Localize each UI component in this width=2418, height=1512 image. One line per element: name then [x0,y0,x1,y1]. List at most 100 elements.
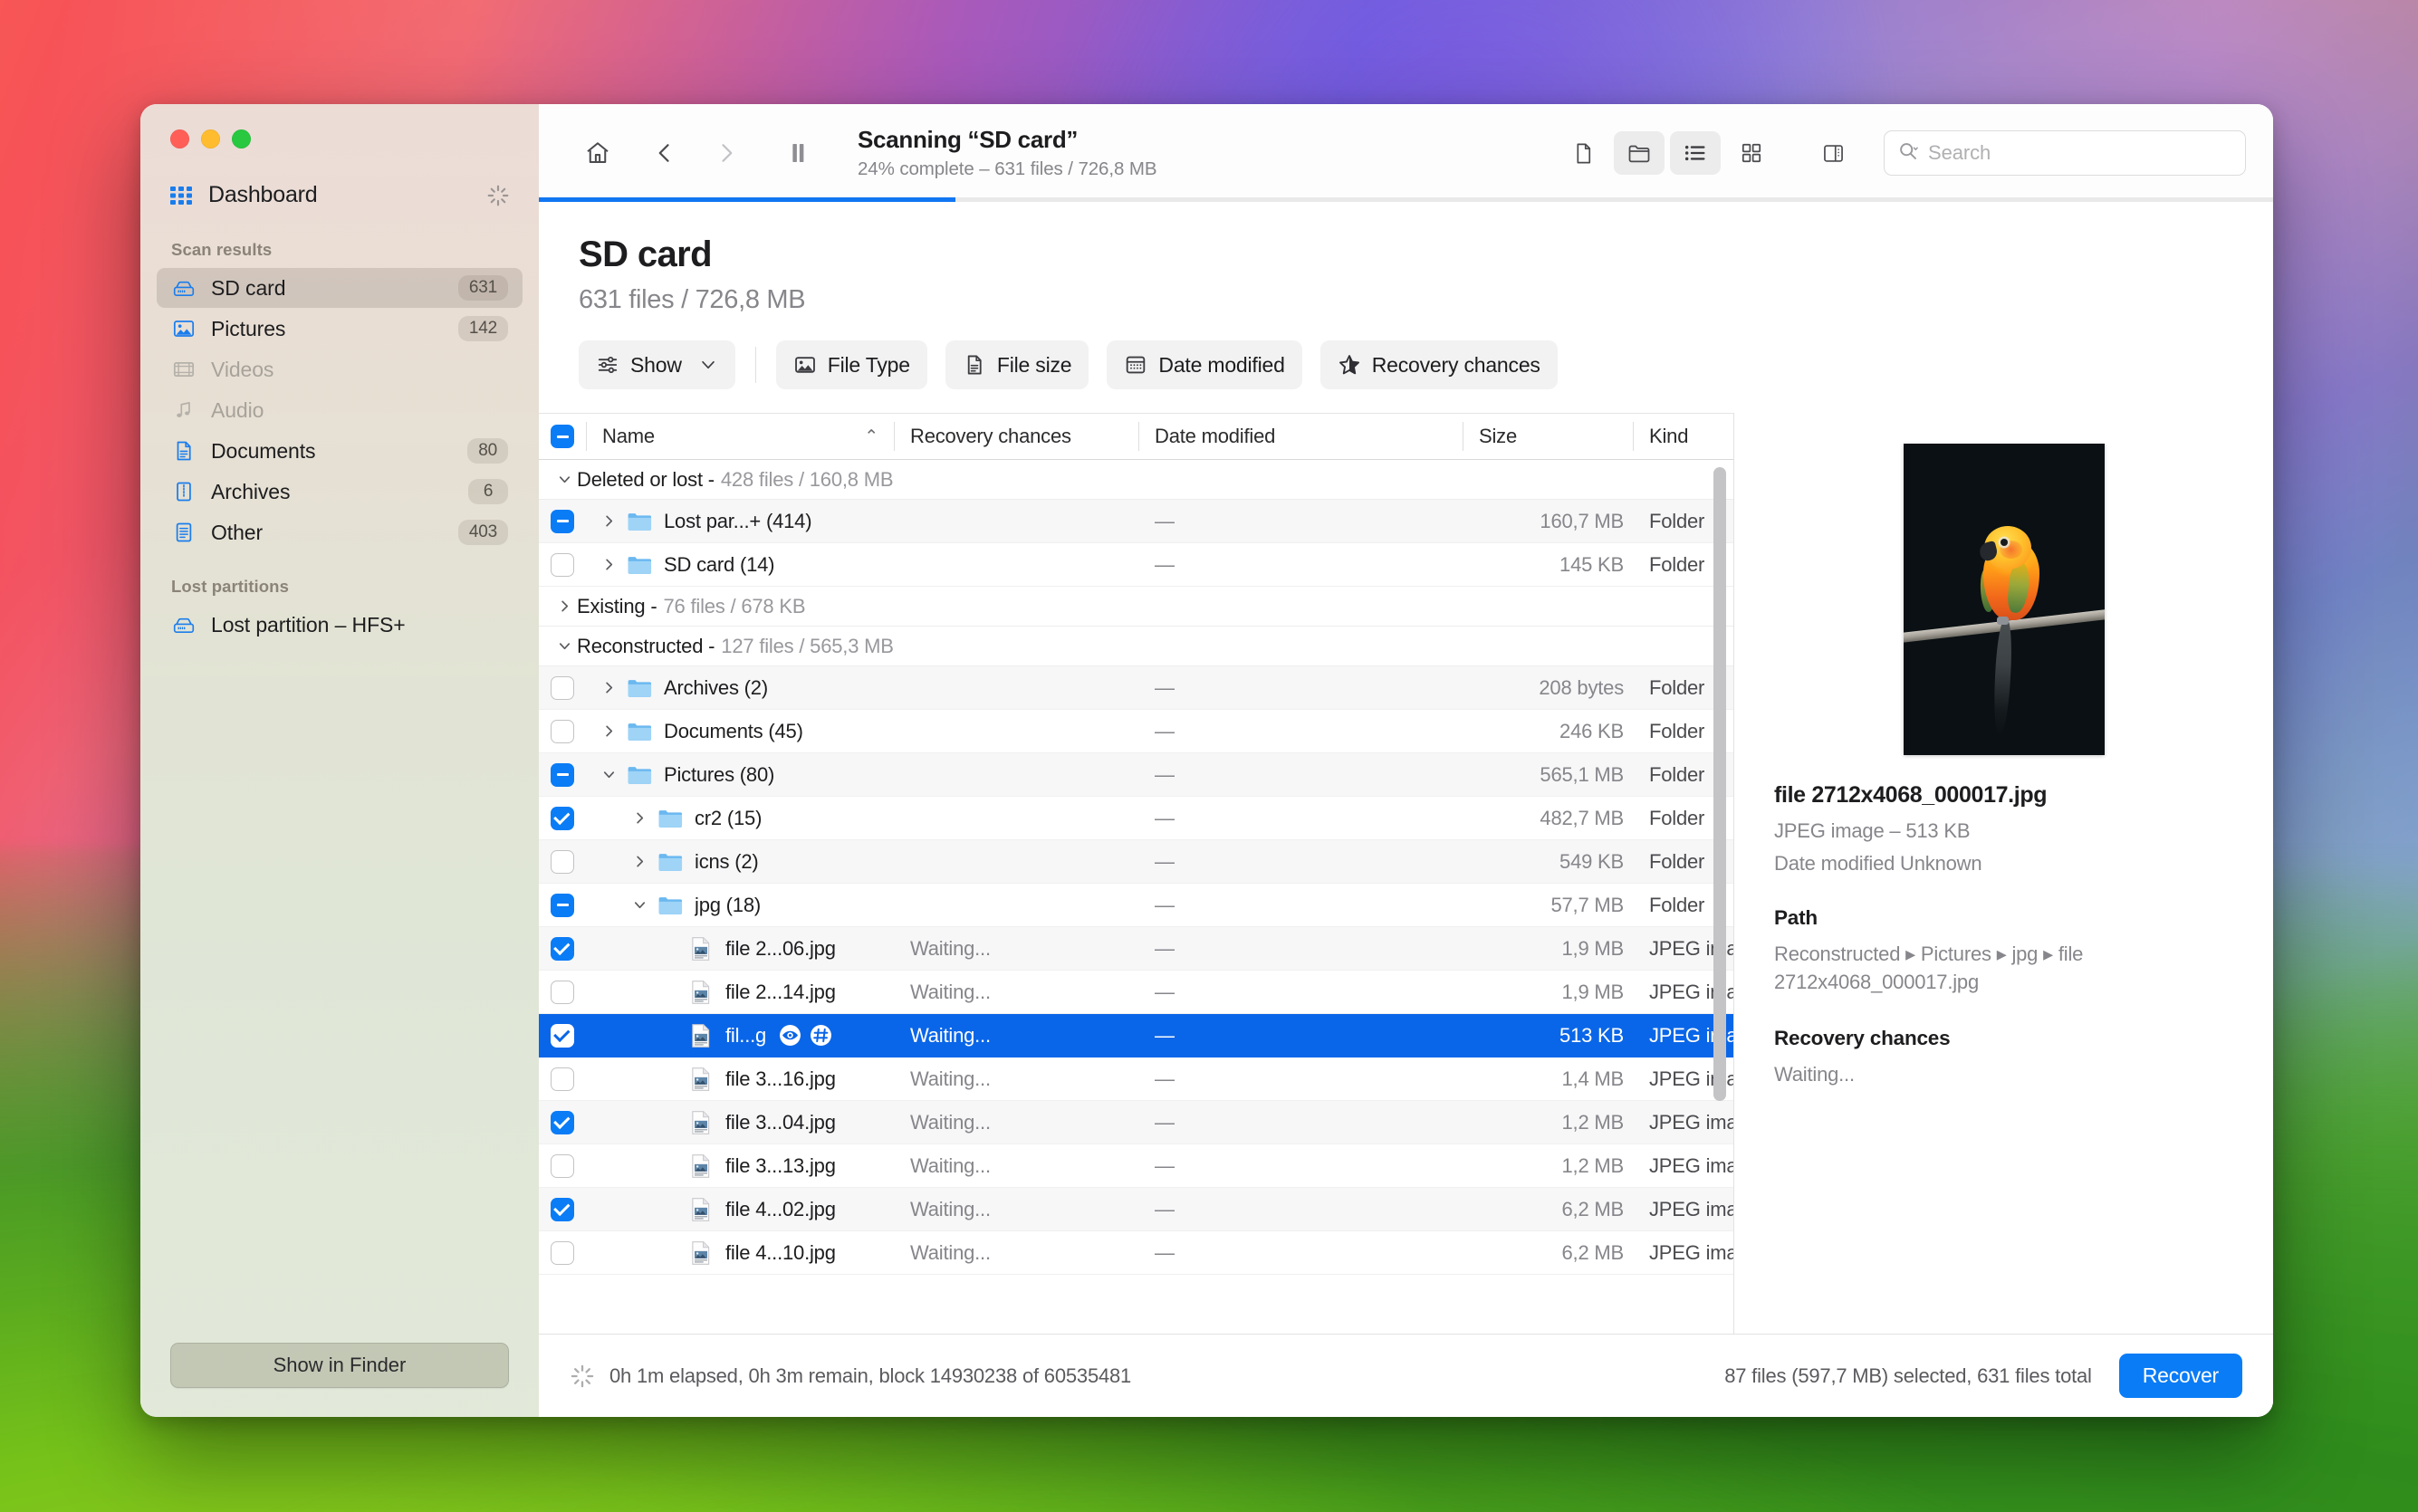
filter-chip-recovery-chances[interactable]: Recovery chances [1319,340,1558,389]
list-view-icon[interactable] [1670,131,1721,175]
table-row[interactable]: file 2...06.jpgWaiting...—1,9 MBJPEG ima… [539,927,1733,971]
row-checkbox[interactable] [539,762,586,787]
sidebar-item-archives[interactable]: Archives 6 [157,472,523,512]
row-checkbox[interactable] [539,893,586,917]
table-row[interactable]: SD card (14) —145 KB Folder [539,543,1733,587]
chevron-right-icon[interactable] [707,134,745,172]
row-checkbox[interactable] [539,849,586,874]
column-header-size[interactable]: Size [1463,414,1633,459]
table-row[interactable]: icns (2) —549 KB Folder [539,840,1733,884]
table-row[interactable]: jpg (18) —57,7 MB Folder [539,884,1733,927]
table-group-header[interactable]: Existing - 76 files / 678 KB [539,587,1733,627]
chevron-right-icon[interactable] [593,512,624,530]
table-row[interactable]: Lost par...+ (414) —160,7 MB Folder [539,500,1733,543]
row-checkbox[interactable] [539,1110,586,1134]
row-checkbox[interactable] [539,980,586,1004]
table-row[interactable]: file 2...14.jpgWaiting...—1,9 MBJPEG ima… [539,971,1733,1014]
page-subtitle: 631 files / 726,8 MB [579,285,806,314]
home-icon[interactable] [579,134,617,172]
sidebar-item-sd-card[interactable]: SD card 631 [157,268,523,308]
chevron-down-icon[interactable] [552,471,577,488]
filter-chip-file-type[interactable]: File Type [775,340,927,389]
pause-icon[interactable] [782,134,814,172]
select-all-checkbox[interactable] [539,414,586,459]
row-checkbox[interactable] [539,1067,586,1091]
table-row[interactable]: file 3...04.jpg Waiting... — 1,2 MB JPEG ima… [539,1101,1733,1144]
table-group-header[interactable]: Deleted or lost -428 files / 160,8 MB [539,460,1733,500]
table-row[interactable]: Documents (45) —246 KB Folder [539,710,1733,753]
row-file-name: file 2...14.jpg [725,980,836,1003]
table-row[interactable]: file 3...13.jpg Waiting... — 1,2 MB JPEG ima… [539,1144,1733,1188]
grid-view-icon[interactable] [1726,131,1777,175]
column-header-date-modified[interactable]: Date modified [1138,414,1463,459]
sidebar-item-lost-partition-hfs[interactable]: Lost partition – HFS+ [157,605,523,645]
row-checkbox[interactable] [539,1023,586,1048]
search-input[interactable] [1928,141,2232,165]
row-checkbox[interactable] [539,936,586,961]
hash-icon[interactable] [810,1024,832,1047]
close-button[interactable] [170,129,189,148]
row-checkbox[interactable] [539,552,586,577]
table-row[interactable]: Archives (2) —208 bytes Folder [539,666,1733,710]
sidebar-item-pictures[interactable]: Pictures 142 [157,309,523,349]
table-row[interactable]: file 3...16.jpgWaiting...—1,4 MBJPEG ima… [539,1057,1733,1101]
file-view-icon[interactable] [1558,131,1608,175]
vertical-scrollbar[interactable] [1713,467,1726,1101]
chevron-left-icon[interactable] [646,134,684,172]
filter-chip-file-size[interactable]: File size [945,340,1089,389]
folder-view-icon[interactable] [1614,131,1665,175]
table-body: Deleted or lost -428 files / 160,8 MB Los… [539,460,1733,1334]
chevron-down-icon[interactable] [624,896,655,914]
chevron-right-icon[interactable] [552,598,577,615]
chevron-right-icon[interactable] [593,679,624,696]
row-checkbox[interactable] [539,1240,586,1265]
row-checkbox[interactable] [539,675,586,700]
recover-button[interactable]: Recover [2118,1354,2242,1398]
row-checkbox[interactable] [539,1153,586,1178]
sidebar-item-dashboard[interactable]: Dashboard [157,174,523,216]
row-name-cell: file 3...13.jpg [586,1153,894,1179]
page-header: SD card 631 files / 726,8 MB [539,202,2273,335]
row-checkbox[interactable] [539,719,586,743]
sidebar-item-videos[interactable]: Videos [157,349,523,389]
table-row[interactable]: file 4...10.jpg Waiting... — 6,2 MB JPEG ima… [539,1231,1733,1275]
folder-icon [624,763,655,787]
column-header-recovery-chances[interactable]: Recovery chances [894,414,1138,459]
row-checkbox[interactable] [539,806,586,830]
show-in-finder-button[interactable]: Show in Finder [170,1343,509,1388]
row-file-name: file 4...02.jpg [725,1197,836,1220]
chevron-down-icon[interactable] [552,637,577,655]
sliders-icon [596,353,619,377]
row-date-modified: — [1155,893,1175,916]
search-box[interactable] [1884,130,2246,176]
column-header-name[interactable]: Name ⌃ [586,414,894,459]
row-checkbox[interactable] [539,509,586,533]
chevron-right-icon[interactable] [624,809,655,827]
chevron-right-icon[interactable] [593,556,624,573]
sidebar-toggle-icon[interactable] [1808,131,1858,175]
eye-icon[interactable] [779,1024,801,1047]
column-header-kind[interactable]: Kind [1633,414,1733,459]
table-group-header[interactable]: Reconstructed - 127 files / 565,3 MB [539,627,1733,666]
row-checkbox[interactable] [539,1197,586,1221]
sidebar-item-other[interactable]: Other 403 [157,512,523,552]
sidebar-item-label: Archives [211,479,291,503]
table-row[interactable]: fil...gWaiting...—513 KBJPEG ima... [539,1014,1733,1057]
zoom-button[interactable] [232,129,251,148]
filter-chip-date-modified[interactable]: Date modified [1107,340,1302,389]
content-area: Name ⌃ Recovery chances Date modified Si… [539,413,2273,1334]
table-row[interactable]: Pictures (80) —565,1 MB Folder [539,753,1733,797]
chevron-right-icon[interactable] [624,853,655,870]
table-row[interactable]: file 4...02.jpg Waiting... — 6,2 MB JPEG ima… [539,1188,1733,1231]
sidebar-item-label: Documents [211,438,316,463]
chevron-down-icon[interactable] [593,766,624,783]
sidebar-section-lost-partitions: Lost partitions [171,577,289,596]
chevron-right-icon[interactable] [593,723,624,740]
table-row[interactable]: cr2 (15) —482,7 MB Folder [539,797,1733,840]
filter-chip-show[interactable]: Show [579,340,735,389]
minimize-button[interactable] [201,129,220,148]
checkbox-empty [551,675,574,700]
sidebar-item-documents[interactable]: Documents 80 [157,431,523,471]
filter-chip-label: File Type [827,352,910,377]
sidebar-item-audio[interactable]: Audio [157,390,523,430]
